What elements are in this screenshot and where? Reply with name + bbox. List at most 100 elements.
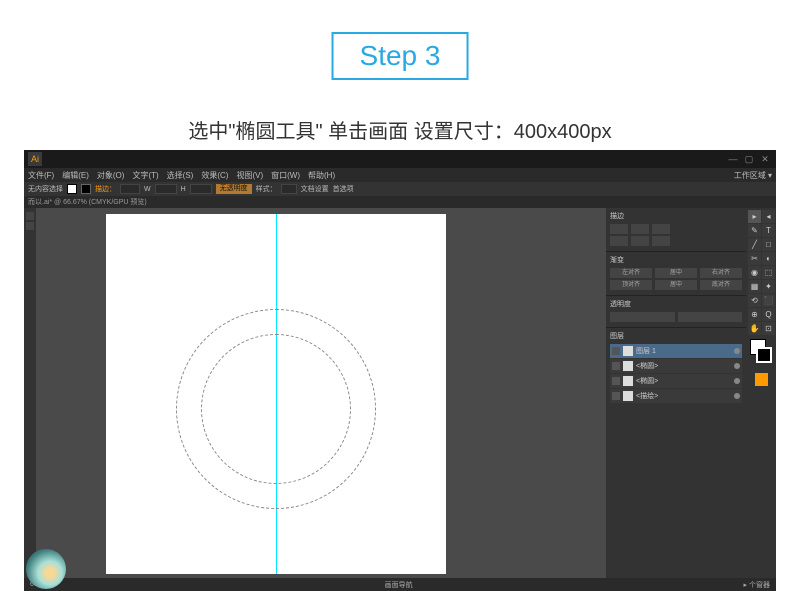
window-min-button[interactable]: — (726, 153, 740, 165)
align-button[interactable]: 居中 (655, 280, 697, 290)
layer-target-icon[interactable] (734, 348, 740, 354)
illustrator-window: Ai — ▢ ✕ 文件(F) 编辑(E) 对象(O) 文字(T) 选择(S) 效… (24, 150, 776, 591)
menu-select[interactable]: 选择(S) (167, 170, 194, 181)
opacity-button[interactable]: 无透明度 (216, 184, 252, 194)
align-button[interactable]: 左对齐 (610, 268, 652, 278)
layer-thumbnail (623, 346, 633, 356)
symbol-tool[interactable]: ⊕ (748, 308, 761, 321)
layer-row[interactable]: 图层 1 (610, 344, 742, 358)
direct-selection-tool[interactable]: ◂ (762, 210, 775, 223)
workspace-selector[interactable]: 工作区域 ▾ (734, 170, 772, 181)
color-picker[interactable] (746, 337, 776, 371)
menu-help[interactable]: 帮助(H) (308, 170, 335, 181)
eye-icon[interactable] (612, 347, 620, 355)
height-input[interactable] (190, 184, 212, 194)
menu-view[interactable]: 视图(V) (236, 170, 263, 181)
pen-tool[interactable]: ✎ (748, 224, 761, 237)
document-tab-bar: 而以.ai* @ 66.67% (CMYK/GPU 预览) (24, 196, 776, 208)
panels-column: 描边 渐变 左对齐 居中 右对齐 顶对齐 居中 底对齐 (606, 208, 746, 578)
artboard[interactable] (106, 214, 446, 574)
menu-window[interactable]: 窗口(W) (271, 170, 300, 181)
panel-control[interactable] (610, 224, 628, 234)
step-badge: Step 3 (332, 32, 469, 80)
artboard-tool[interactable]: ⊡ (762, 322, 775, 335)
status-right: ▸ 个窗器 (744, 580, 770, 590)
rectangle-tool[interactable]: □ (762, 238, 775, 251)
gradient-tool[interactable]: ✦ (762, 280, 775, 293)
width-input[interactable] (155, 184, 177, 194)
stroke-color-icon[interactable] (756, 347, 772, 363)
menu-file[interactable]: 文件(F) (28, 170, 54, 181)
style-input[interactable] (281, 184, 297, 194)
scissors-tool[interactable]: ✂ (748, 252, 761, 265)
layer-name: <椭圆> (636, 361, 731, 371)
rail-icon[interactable] (26, 212, 34, 220)
ellipse-tool[interactable]: ◉ (748, 266, 761, 279)
ellipse-inner[interactable] (201, 334, 351, 484)
layer-row[interactable]: <椭圆> (610, 374, 742, 388)
preferences-button[interactable]: 首选项 (333, 184, 354, 194)
hand-tool[interactable]: ✋ (748, 322, 761, 335)
panel-control[interactable] (610, 312, 675, 322)
panel-control[interactable] (652, 236, 670, 246)
panel-control[interactable] (652, 224, 670, 234)
layer-row[interactable]: <描绘> (610, 389, 742, 403)
eye-icon[interactable] (612, 362, 620, 370)
type-tool[interactable]: T (762, 224, 775, 237)
h-label: H (181, 186, 186, 193)
layer-target-icon[interactable] (734, 378, 740, 384)
align-button[interactable]: 顶对齐 (610, 280, 652, 290)
layer-name: <描绘> (636, 391, 731, 401)
panel-title: 描边 (610, 211, 742, 221)
fill-swatch[interactable] (67, 184, 77, 194)
panel-control[interactable] (610, 236, 628, 246)
layer-row[interactable]: <椭圆> (610, 359, 742, 373)
avatar (26, 549, 66, 589)
zoom-tool[interactable]: Q (762, 308, 775, 321)
screen-mode-icon[interactable] (755, 373, 768, 386)
menu-type[interactable]: 文字(T) (132, 170, 158, 181)
stroke-swatch[interactable] (81, 184, 91, 194)
align-button[interactable]: 右对齐 (700, 268, 742, 278)
style-label: 样式： (256, 184, 277, 194)
panel-control[interactable] (631, 236, 649, 246)
eyedropper-tool[interactable]: ⟲ (748, 294, 761, 307)
line-tool[interactable]: ╱ (748, 238, 761, 251)
blend-tool[interactable]: ⬛ (762, 294, 775, 307)
menubar: 文件(F) 编辑(E) 对象(O) 文字(T) 选择(S) 效果(C) 视图(V… (24, 168, 776, 182)
canvas-area[interactable] (36, 208, 606, 578)
eye-icon[interactable] (612, 377, 620, 385)
panel-control[interactable] (678, 312, 743, 322)
gradient-panel: 渐变 左对齐 居中 右对齐 顶对齐 居中 底对齐 (606, 252, 746, 296)
align-button[interactable]: 底对齐 (700, 280, 742, 290)
stroke-weight-input[interactable] (120, 184, 140, 194)
layers-panel: 图层 图层 1 <椭圆> (606, 328, 746, 578)
stroke-label: 描边： (95, 184, 116, 194)
left-rail (24, 208, 36, 578)
tools-panel: ▸ ◂ ✎ T ╱ □ ✂ ◐ ◉ ⬚ ▦ ✦ ⟲ ⬛ ⊕ Q ✋ (746, 208, 776, 578)
mesh-tool[interactable]: ▦ (748, 280, 761, 293)
window-close-button[interactable]: ✕ (758, 153, 772, 165)
menu-edit[interactable]: 编辑(E) (62, 170, 89, 181)
layer-name: 图层 1 (636, 346, 731, 356)
menu-object[interactable]: 对象(O) (97, 170, 125, 181)
doc-setup-button[interactable]: 文档设置 (301, 184, 329, 194)
instruction-text: 选中"椭圆工具" 单击画面 设置尺寸：400x400px (188, 115, 611, 144)
rotate-tool[interactable]: ◐ (762, 252, 775, 265)
panel-control[interactable] (631, 224, 649, 234)
status-bar: 66.67% 画面导航 ▸ 个窗器 (24, 578, 776, 591)
window-max-button[interactable]: ▢ (742, 153, 756, 165)
layer-target-icon[interactable] (734, 363, 740, 369)
eye-icon[interactable] (612, 392, 620, 400)
menu-effect[interactable]: 效果(C) (201, 170, 228, 181)
step-label: Step 3 (360, 40, 441, 71)
document-tab[interactable]: 而以.ai* @ 66.67% (CMYK/GPU 预览) (28, 197, 147, 207)
rail-icon[interactable] (26, 222, 34, 230)
layer-name: <椭圆> (636, 376, 731, 386)
transparency-panel: 透明度 (606, 296, 746, 328)
align-button[interactable]: 居中 (655, 268, 697, 278)
layer-thumbnail (623, 376, 633, 386)
selection-tool[interactable]: ▸ (748, 210, 761, 223)
layer-target-icon[interactable] (734, 393, 740, 399)
shape-tool[interactable]: ⬚ (762, 266, 775, 279)
